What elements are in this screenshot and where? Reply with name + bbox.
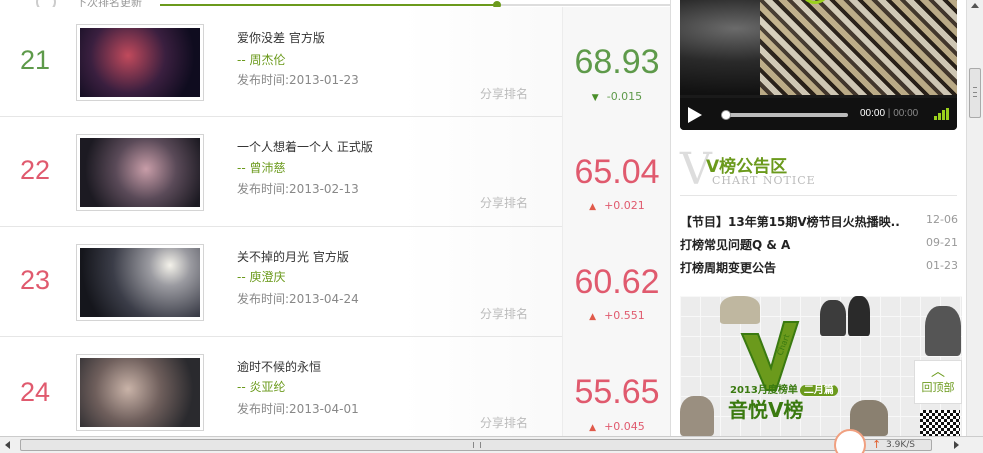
speed-gauge-icon bbox=[834, 429, 866, 453]
upload-arrow-icon: ↑ bbox=[872, 438, 882, 451]
mv-thumbnail[interactable] bbox=[76, 134, 204, 211]
scroll-left-icon[interactable] bbox=[5, 441, 10, 449]
score-value: 68.93 bbox=[574, 43, 660, 81]
qr-code-icon[interactable] bbox=[920, 410, 960, 436]
next-update-progress bbox=[160, 1, 670, 9]
rank-number: 22 bbox=[20, 155, 51, 185]
rank-number: 21 bbox=[20, 45, 51, 75]
speed-widget[interactable]: ↑ 3.9K/S bbox=[834, 429, 934, 453]
score-delta: ▲ +0.021 bbox=[589, 199, 645, 212]
vertical-scroll-thumb[interactable] bbox=[969, 68, 981, 118]
score-cell: 68.93 ▼ -0.015 bbox=[562, 7, 670, 117]
chevron-up-icon: ︿ bbox=[931, 364, 945, 380]
vertical-scrollbar[interactable] bbox=[966, 0, 983, 436]
horizontal-scrollbar[interactable]: ↑ 3.9K/S bbox=[0, 429, 983, 453]
scroll-up-icon[interactable] bbox=[971, 3, 979, 8]
release-date: 发布时间:2013-02-13 bbox=[237, 182, 359, 196]
rank-number: 23 bbox=[20, 265, 51, 295]
mv-thumbnail[interactable] bbox=[76, 24, 204, 101]
song-title[interactable]: 逾时不候的永恒 bbox=[237, 358, 321, 375]
release-date: 发布时间:2013-04-01 bbox=[237, 402, 359, 416]
player-controls: 00:00 | 00:00 bbox=[680, 98, 957, 130]
share-rank-button[interactable]: 分享排名 bbox=[480, 194, 528, 211]
song-title[interactable]: 关不掉的月光 官方版 bbox=[237, 248, 349, 265]
banner-title: 音悦V榜 bbox=[728, 398, 804, 422]
song-title[interactable]: 一个人想着一个人 正式版 bbox=[237, 138, 373, 155]
speed-text: 3.9K/S bbox=[886, 440, 915, 450]
chart-row: 21 爱你没差 官方版 -- 周杰伦 发布时间:2013-01-23 分享排名 … bbox=[0, 7, 670, 117]
notice-item[interactable]: 打榜周期变更公告 01-23 bbox=[680, 259, 958, 276]
share-rank-button[interactable]: 分享排名 bbox=[480, 305, 528, 322]
arrow-up-icon: ▲ bbox=[589, 202, 597, 212]
score-cell: 65.04 ▲ +0.021 bbox=[562, 117, 670, 227]
score-value: 60.62 bbox=[574, 263, 660, 301]
chart-row: 22 一个人想着一个人 正式版 -- 曾沛慈 发布时间:2013-02-13 分… bbox=[0, 117, 670, 227]
score-cell: 60.62 ▲ +0.551 bbox=[562, 227, 670, 337]
seek-bar[interactable] bbox=[721, 110, 848, 120]
rank-number: 24 bbox=[20, 377, 51, 407]
volume-icon[interactable] bbox=[934, 108, 950, 120]
score-delta: ▲ +0.045 bbox=[589, 420, 645, 433]
video-player[interactable]: 00:00 | 00:00 bbox=[680, 0, 957, 130]
song-title[interactable]: 爱你没差 官方版 bbox=[237, 29, 325, 46]
arrow-down-icon: ▼ bbox=[591, 93, 599, 103]
notice-subtitle: CHART NOTICE bbox=[712, 174, 816, 187]
arrow-up-icon: ▲ bbox=[589, 423, 597, 433]
chart-list: 下次排名更新 21 爱你没差 官方版 -- 周杰伦 发布时间:2013-01-2… bbox=[0, 0, 670, 436]
chart-row: 24 逾时不候的永恒 -- 炎亚纶 发布时间:2013-04-01 分享排名 5… bbox=[0, 337, 670, 436]
artist-name[interactable]: -- 庾澄庆 bbox=[237, 268, 285, 285]
share-rank-button[interactable]: 分享排名 bbox=[480, 85, 528, 102]
score-value: 65.04 bbox=[574, 153, 660, 191]
play-icon[interactable] bbox=[688, 107, 702, 123]
page-root: 下次排名更新 21 爱你没差 官方版 -- 周杰伦 发布时间:2013-01-2… bbox=[0, 0, 983, 453]
mv-thumbnail[interactable] bbox=[76, 244, 204, 321]
score-delta: ▲ +0.551 bbox=[589, 309, 645, 322]
horizontal-scroll-thumb[interactable] bbox=[20, 439, 932, 451]
scroll-right-icon[interactable] bbox=[954, 441, 959, 449]
seek-knob[interactable] bbox=[721, 110, 731, 120]
release-date: 发布时间:2013-04-24 bbox=[237, 292, 359, 306]
score-cell: 55.65 ▲ +0.045 bbox=[562, 337, 670, 436]
mv-thumbnail[interactable] bbox=[76, 354, 204, 431]
notice-header: V V榜公告区 CHART NOTICE bbox=[680, 148, 957, 196]
chart-row: 23 关不掉的月光 官方版 -- 庾澄庆 发布时间:2013-04-24 分享排… bbox=[0, 227, 670, 337]
notice-item[interactable]: 打榜常见问题Q & A 09-21 bbox=[680, 236, 958, 253]
share-rank-button[interactable]: 分享排名 bbox=[480, 414, 528, 431]
score-delta: ▼ -0.015 bbox=[591, 90, 643, 103]
notice-item[interactable]: 【节目】13年第15期V榜节目火热播映.. 12-06 bbox=[680, 213, 958, 230]
artist-name[interactable]: -- 周杰伦 bbox=[237, 51, 285, 68]
artist-name[interactable]: -- 炎亚纶 bbox=[237, 378, 285, 395]
release-date: 发布时间:2013-01-23 bbox=[237, 73, 359, 87]
arrow-up-icon: ▲ bbox=[589, 312, 597, 322]
video-frame bbox=[680, 0, 957, 95]
time-display: 00:00 | 00:00 bbox=[860, 108, 919, 119]
back-to-top-button[interactable]: ︿ 回顶部 bbox=[914, 360, 962, 404]
artist-name[interactable]: -- 曾沛慈 bbox=[237, 159, 285, 176]
score-value: 55.65 bbox=[574, 373, 660, 411]
